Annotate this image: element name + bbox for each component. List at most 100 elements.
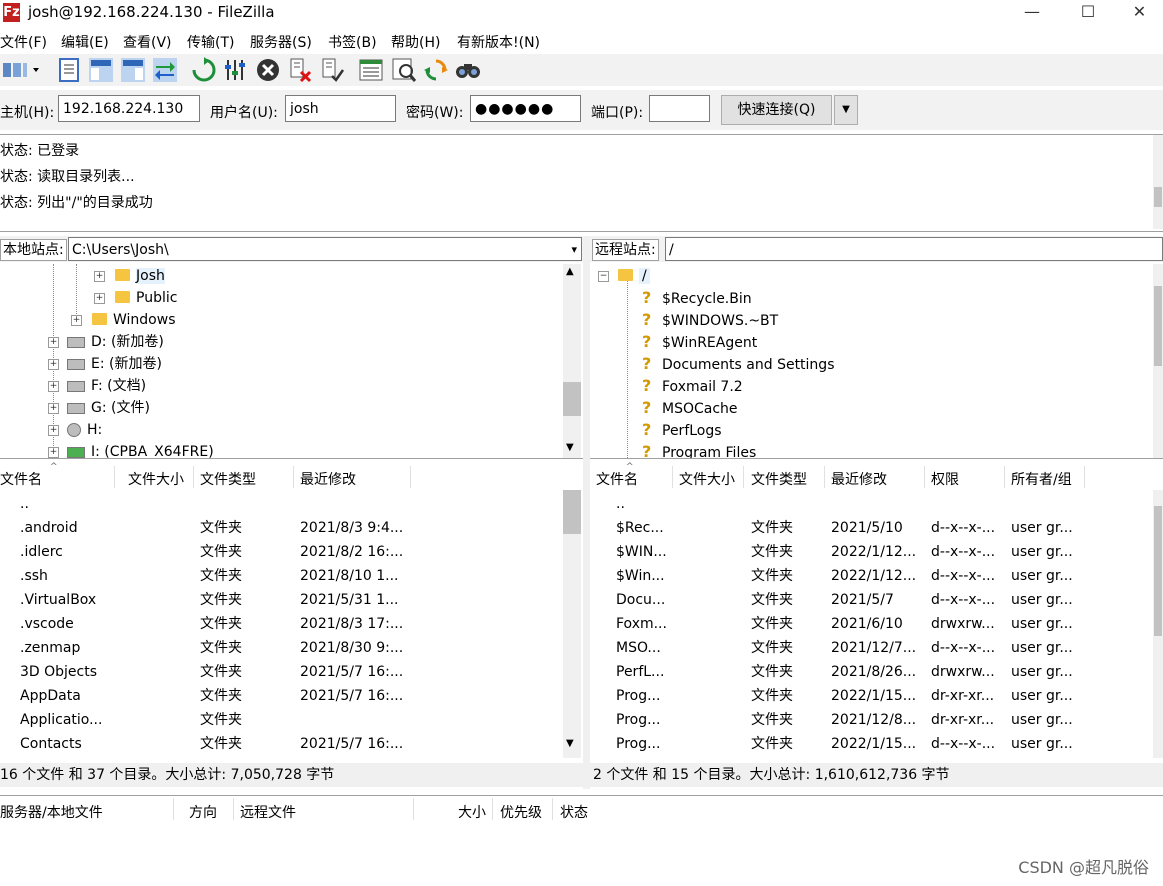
expand-icon[interactable]: + [48,381,59,392]
close-button[interactable]: ✕ [1116,0,1163,28]
directory-listing-filters-icon[interactable] [358,57,384,83]
log-scrollbar-thumb[interactable] [1154,187,1162,207]
toggle-message-log-icon[interactable] [56,57,82,83]
local-file-scrollbar-thumb[interactable] [563,490,581,534]
column-filetype[interactable]: 文件类型 [751,469,807,489]
expand-icon[interactable]: + [48,337,59,348]
process-queue-icon[interactable] [223,57,249,83]
remote-path-input[interactable]: / [665,237,1163,261]
table-row[interactable]: PerfL... 文件夹 2021/8/26... drwxrw... user gr.… [590,660,1150,684]
tree-node-recycle-bin[interactable]: ? $Recycle.Bin [642,287,752,309]
disconnect-icon[interactable] [287,57,313,83]
column-separator[interactable] [413,798,414,820]
column-separator[interactable] [173,798,174,820]
table-row[interactable]: Docu... 文件夹 2021/5/7 d--x--x-... user gr... [590,588,1150,612]
search-remote-files-icon[interactable] [455,57,481,83]
column-separator[interactable] [193,466,194,488]
column-modified[interactable]: 最近修改 [300,469,356,489]
cancel-operation-icon[interactable] [255,57,281,83]
tree-node-documents[interactable]: ? Documents and Settings [642,353,834,375]
table-row[interactable]: .android 文件夹 2021/8/3 9:4... [0,516,560,540]
table-row[interactable]: .. [590,492,1150,516]
toggle-remote-tree-icon[interactable] [120,57,146,83]
table-row[interactable]: .idlerc 文件夹 2021/8/2 16:... [0,540,560,564]
column-separator[interactable] [743,466,744,488]
quickconnect-dropdown-button[interactable]: ▼ [834,95,858,125]
reconnect-icon[interactable] [319,57,345,83]
local-tree-scrollbar-thumb[interactable] [563,382,581,416]
remote-file-scrollbar-thumb[interactable] [1154,506,1162,636]
column-separator[interactable] [293,466,294,488]
queue-column-status[interactable]: 状态 [560,802,588,822]
chevron-up-icon[interactable]: ▲ [566,266,574,277]
pane-splitter[interactable] [583,236,590,789]
username-input[interactable]: josh [285,95,396,122]
password-input[interactable]: ●●●●●● [470,95,581,122]
chevron-down-icon[interactable]: ▾ [571,238,577,262]
table-row[interactable]: $Win... 文件夹 2022/1/12... d--x--x-... user gr… [590,564,1150,588]
table-row[interactable]: $WIN... 文件夹 2022/1/12... d--x--x-... user gr… [590,540,1150,564]
remote-tree-scrollbar[interactable] [1153,264,1163,458]
collapse-icon[interactable]: − [598,271,609,282]
local-path-input[interactable]: C:\Users\Josh\ ▾ [68,237,582,261]
menu-transfer[interactable]: 传输(T) [187,32,234,52]
column-separator[interactable] [824,466,825,488]
table-row[interactable]: Prog... 文件夹 2022/1/15... dr-xr-xr... user gr… [590,684,1150,708]
column-separator[interactable] [233,798,234,820]
toggle-local-tree-icon[interactable] [88,57,114,83]
column-filename[interactable]: 文件名 [596,469,638,489]
dir-comparison-icon[interactable] [391,57,417,83]
table-row[interactable]: .. [0,492,560,516]
tree-node-windows-bt[interactable]: ? $WINDOWS.~BT [642,309,778,331]
remote-file-scrollbar[interactable] [1153,490,1163,758]
expand-icon[interactable]: + [48,425,59,436]
expand-icon[interactable]: + [48,403,59,414]
queue-column-size[interactable]: 大小 [458,802,486,822]
column-separator[interactable] [410,466,411,488]
column-separator[interactable] [1004,466,1005,488]
table-row[interactable]: .ssh 文件夹 2021/8/10 1... [0,564,560,588]
minimize-button[interactable]: — [1002,0,1062,28]
expand-icon[interactable]: + [94,293,105,304]
table-row[interactable]: MSO... 文件夹 2021/12/7... d--x--x-... user gr.… [590,636,1150,660]
column-owner-group[interactable]: 所有者/组 [1011,469,1072,489]
table-row[interactable]: Foxm... 文件夹 2021/6/10 drwxrw... user gr... [590,612,1150,636]
expand-icon[interactable]: + [48,447,59,458]
column-separator[interactable] [492,798,493,820]
table-row[interactable]: 3D Objects 文件夹 2021/5/7 16:... [0,660,560,684]
menu-view[interactable]: 查看(V) [123,32,172,52]
menu-server[interactable]: 服务器(S) [250,32,312,52]
table-row[interactable]: $Rec... 文件夹 2021/5/10 d--x--x-... user gr... [590,516,1150,540]
port-input[interactable] [649,95,710,122]
column-permissions[interactable]: 权限 [931,469,959,489]
expand-icon[interactable]: + [94,271,105,282]
site-manager-icon[interactable] [2,57,42,83]
queue-column-direction[interactable]: 方向 [189,802,217,822]
toggle-transfer-queue-icon[interactable] [152,57,178,83]
column-separator[interactable] [672,466,673,488]
column-separator[interactable] [552,798,553,820]
column-filesize[interactable]: 文件大小 [128,469,184,489]
menu-new-version[interactable]: 有新版本!(N) [457,32,540,52]
tree-node-program-files[interactable]: ? Program Files [642,441,756,458]
queue-column-remote[interactable]: 远程文件 [240,802,296,822]
table-row[interactable]: .VirtualBox 文件夹 2021/5/31 1... [0,588,560,612]
column-filesize[interactable]: 文件大小 [679,469,735,489]
local-file-scrollbar[interactable]: ▼ [563,490,581,758]
log-scrollbar[interactable] [1153,135,1163,229]
column-separator[interactable] [1084,466,1085,488]
chevron-down-icon[interactable]: ▼ [566,442,574,453]
column-separator[interactable] [114,466,115,488]
queue-column-server-local[interactable]: 服务器/本地文件 [0,802,103,822]
column-modified[interactable]: 最近修改 [831,469,887,489]
column-filename[interactable]: 文件名 [0,469,42,489]
host-input[interactable]: 192.168.224.130 [58,95,200,122]
table-row[interactable]: .zenmap 文件夹 2021/8/30 9:... [0,636,560,660]
tree-node-winreagent[interactable]: ? $WinREAgent [642,331,757,353]
expand-icon[interactable]: + [48,359,59,370]
table-row[interactable]: Applicatio... 文件夹 [0,708,560,732]
tree-node-msocache[interactable]: ? MSOCache [642,397,738,419]
table-row[interactable]: Prog... 文件夹 2021/12/8... dr-xr-xr... user gr… [590,708,1150,732]
table-row[interactable]: Contacts 文件夹 2021/5/7 16:... [0,732,560,756]
menu-file[interactable]: 文件(F) [0,32,47,52]
